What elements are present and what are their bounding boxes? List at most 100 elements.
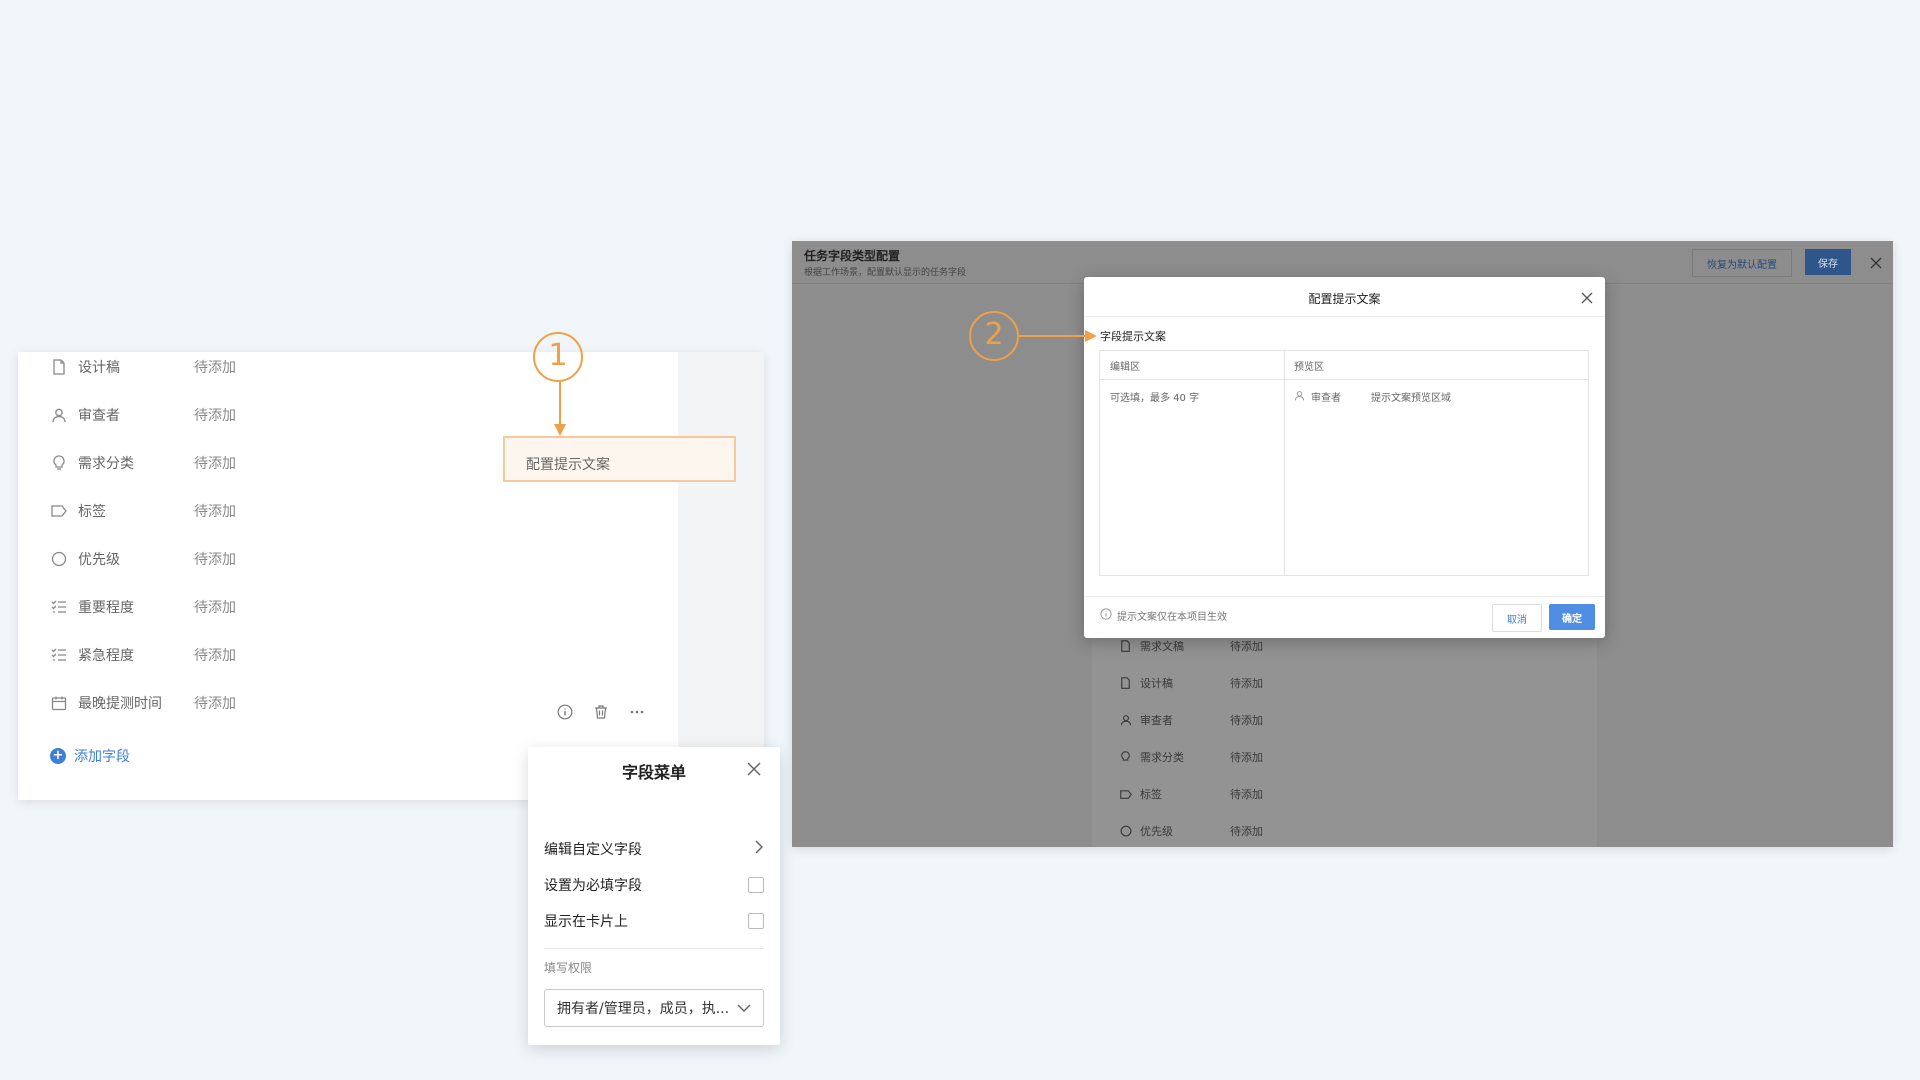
field-name: 标签 [1140,788,1162,801]
permission-label: 填写权限 [544,961,593,975]
field-status: 待添加 [194,360,236,376]
field-row-tag[interactable]: 标签 待添加 [50,496,236,526]
chevron-right-icon [754,839,764,859]
hint-text-input[interactable]: 可选填，最多 40 字 [1110,389,1278,567]
field-status: 待添加 [1230,640,1263,653]
divider [1100,379,1588,380]
field-name: 标签 [78,504,106,520]
save-button[interactable]: 保存 [1805,249,1851,275]
col-header-edit: 编辑区 [1110,361,1140,373]
arrow-down-icon [554,382,566,436]
divider [544,948,764,949]
menu-item-set-required[interactable]: 设置为必填字段 [544,870,764,900]
hint-editor-table: 编辑区 预览区 可选填，最多 40 字 审查者 提示文案预览区域 [1099,350,1589,576]
page-title: 任务字段类型配置 [804,249,901,263]
menu-item-label: 编辑自定义字段 [544,842,642,858]
row-actions [554,701,648,723]
section-label: 字段提示文案 [1100,330,1166,343]
menu-item-show-on-card[interactable]: 显示在卡片上 [544,906,764,936]
field-row-design[interactable]: 设计稿 待添加 [50,352,236,382]
field-name: 需求分类 [1140,751,1184,764]
field-row-deadline[interactable]: 最晚提测时间 待添加 [50,688,236,718]
dialog-title: 配置提示文案 [1308,292,1381,306]
more-icon[interactable] [626,701,648,723]
field-name: 优先级 [1140,825,1173,838]
field-name: 审查者 [1140,714,1173,727]
scope-note-text: 提示文案仅在本项目生效 [1117,612,1227,623]
field-status: 待添加 [194,600,236,616]
show-on-card-checkbox[interactable] [748,913,764,929]
field-status: 待添加 [1230,825,1263,838]
info-icon [1100,608,1112,623]
field-name: 设计稿 [78,360,120,376]
permission-value: 拥有者/管理员，成员，执... [557,1001,730,1017]
chevron-down-icon [737,1000,751,1016]
list-icon [50,598,68,616]
field-name: 紧急程度 [78,648,134,664]
field-status: 待添加 [194,456,236,472]
required-checkbox[interactable] [748,877,764,893]
bulb-icon [1120,751,1134,763]
restore-default-button[interactable]: 恢复为默认配置 [1692,249,1792,277]
field-menu-title: 字段菜单 [621,763,686,782]
field-name: 需求文稿 [1140,640,1184,653]
field-name: 审查者 [78,408,120,424]
preview-field-name: 审查者 [1311,393,1341,404]
scope-note: 提示文案仅在本项目生效 [1100,608,1227,623]
cancel-button[interactable]: 取消 [1492,604,1542,632]
circle-icon [1120,825,1134,837]
info-icon[interactable] [554,701,576,723]
file-icon [1120,677,1134,689]
field-row-category[interactable]: 需求分类 待添加 [50,448,236,478]
arrow-right-icon [1019,330,1097,342]
confirm-button[interactable]: 确定 [1549,604,1595,630]
bulb-icon [50,454,68,472]
list-icon [50,646,68,664]
bg-field-row: 需求文稿 待添加 [1120,637,1263,655]
col-header-preview: 预览区 [1294,361,1324,373]
circle-icon [50,550,68,568]
field-status: 待添加 [194,504,236,520]
user-icon [1294,390,1305,404]
trash-icon[interactable] [590,701,612,723]
close-icon[interactable] [746,761,762,781]
field-row-reviewer[interactable]: 审查者 待添加 [50,400,236,430]
page-subtitle: 根据工作场景，配置默认显示的任务字段 [804,268,967,278]
bg-field-row: 设计稿 待添加 [1120,674,1263,692]
tag-icon [1120,789,1134,800]
menu-item-label: 显示在卡片上 [544,914,628,930]
field-row-urgency[interactable]: 紧急程度 待添加 [50,640,236,670]
field-status: 待添加 [194,696,236,712]
menu-item-edit-custom[interactable]: 编辑自定义字段 [544,834,764,864]
bg-field-row: 标签 待添加 [1120,785,1263,803]
field-config-panel: 设计稿 待添加 审查者 待添加 需求分类 待添加 标签 待添加 优先级 待添加 … [18,352,780,1045]
user-icon [1120,714,1134,726]
tag-icon [50,502,68,520]
panel-side-strip [678,352,764,800]
config-hint-dialog: 配置提示文案 字段提示文案 编辑区 预览区 可选填，最多 40 字 审查者 提示… [1084,277,1605,638]
add-field-label: 添加字段 [74,749,130,765]
divider [1084,596,1605,597]
field-row-importance[interactable]: 重要程度 待添加 [50,592,236,622]
step-marker-1: 1 [533,332,583,382]
close-icon[interactable] [1870,254,1882,273]
field-status: 待添加 [1230,788,1263,801]
field-status: 待添加 [194,408,236,424]
close-icon[interactable] [1581,289,1593,308]
divider [1284,351,1285,575]
user-icon [50,406,68,424]
field-status: 待添加 [1230,714,1263,727]
add-field-button[interactable]: + 添加字段 [50,746,130,766]
field-row-priority[interactable]: 优先级 待添加 [50,544,236,574]
divider [1084,316,1605,317]
file-icon [50,358,68,376]
plus-icon: + [50,748,66,764]
field-status: 待添加 [1230,751,1263,764]
permission-select[interactable]: 拥有者/管理员，成员，执... [544,989,764,1027]
file-icon [1120,640,1134,652]
calendar-icon [50,694,68,712]
preview-hint-text: 提示文案预览区域 [1371,393,1451,404]
field-status: 待添加 [194,552,236,568]
preview-row: 审查者 提示文案预览区域 [1294,389,1451,404]
bg-field-row: 审查者 待添加 [1120,711,1263,729]
